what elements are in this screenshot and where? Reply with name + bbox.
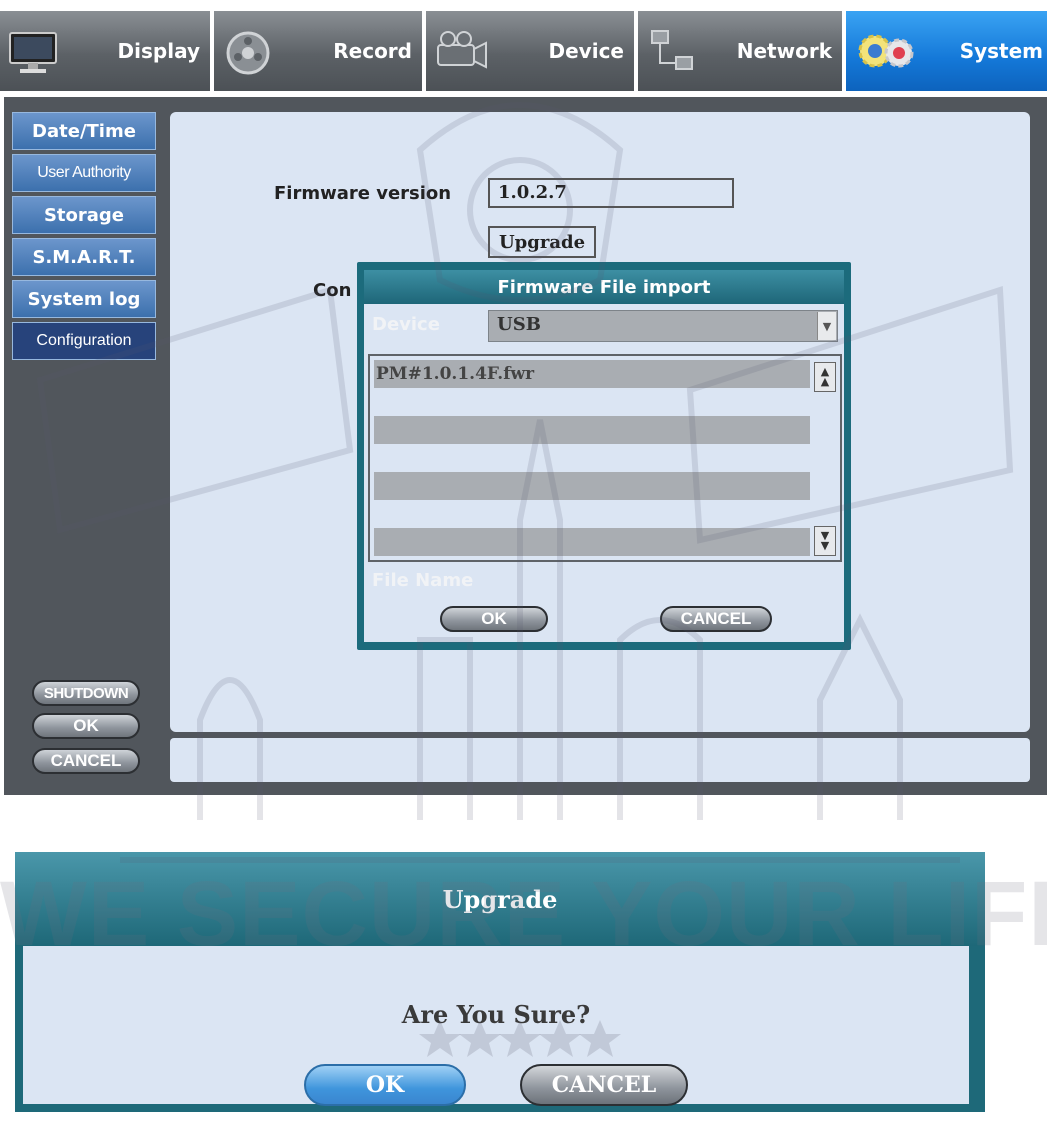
network-icon [651,30,693,70]
camera-icon [437,31,487,69]
film-reel-icon [226,31,270,75]
dialog-cancel-button[interactable]: CANCEL [660,606,772,632]
sidebar: Date/Time User Authority Storage S.M.A.R… [12,112,156,364]
tab-label: Network [736,39,832,63]
tab-network[interactable]: Network [638,11,842,91]
tab-label: Device [548,39,624,63]
scroll-up-icon[interactable]: ▲ ▲ [814,362,836,392]
status-bar [170,738,1030,782]
chevron-down-icon[interactable]: ▼ [817,312,836,340]
tab-record[interactable]: Record [214,11,422,91]
monitor-icon [9,32,57,73]
scroll-down-icon[interactable]: ▼ ▼ [814,526,836,556]
confirm-ok-button[interactable]: OK [304,1064,466,1106]
sidebar-item-configuration[interactable]: Configuration [12,322,156,360]
gears-icon [858,34,914,68]
tab-system[interactable]: System [846,11,1047,91]
sidebar-item-date-time[interactable]: Date/Time [12,112,156,150]
file-list-item[interactable]: PM#1.0.1.4F.fwr [374,360,810,388]
tab-display[interactable]: Display [0,11,210,91]
tab-label: System [959,39,1043,63]
file-list-item[interactable] [374,388,810,416]
file-list-item[interactable] [374,472,810,500]
upgrade-button[interactable]: Upgrade [488,226,596,258]
firmware-version-field: 1.0.2.7 [488,178,734,208]
file-list-item[interactable] [374,416,810,444]
ok-button[interactable]: OK [32,713,140,739]
cancel-button[interactable]: CANCEL [32,748,140,774]
file-list-item[interactable] [374,444,810,472]
confirm-cancel-button[interactable]: CANCEL [520,1064,688,1106]
device-select[interactable]: USB ▼ [488,310,838,342]
sidebar-item-smart[interactable]: S.M.A.R.T. [12,238,156,276]
file-list-item[interactable] [374,528,810,556]
file-name-label: File Name [372,570,474,591]
configuration-label: Con [313,280,352,301]
tab-device[interactable]: Device [426,11,634,91]
top-tab-bar: Display Record Device Network System [0,0,1047,97]
tab-label: Record [333,39,412,63]
tab-label: Display [117,39,200,63]
device-select-value: USB [497,314,541,335]
device-label: Device [372,314,440,335]
shutdown-button[interactable]: SHUTDOWN [32,680,140,706]
dialog-ok-button[interactable]: OK [440,606,548,632]
sidebar-item-system-log[interactable]: System log [12,280,156,318]
sidebar-item-storage[interactable]: Storage [12,196,156,234]
confirm-message: Are You Sure? [401,1000,591,1029]
sidebar-item-user-authority[interactable]: User Authority [12,154,156,192]
firmware-version-label: Firmware version [274,183,452,204]
dialog-title: Firmware File import [364,270,844,304]
confirm-dialog-title: Upgrade [15,852,985,946]
